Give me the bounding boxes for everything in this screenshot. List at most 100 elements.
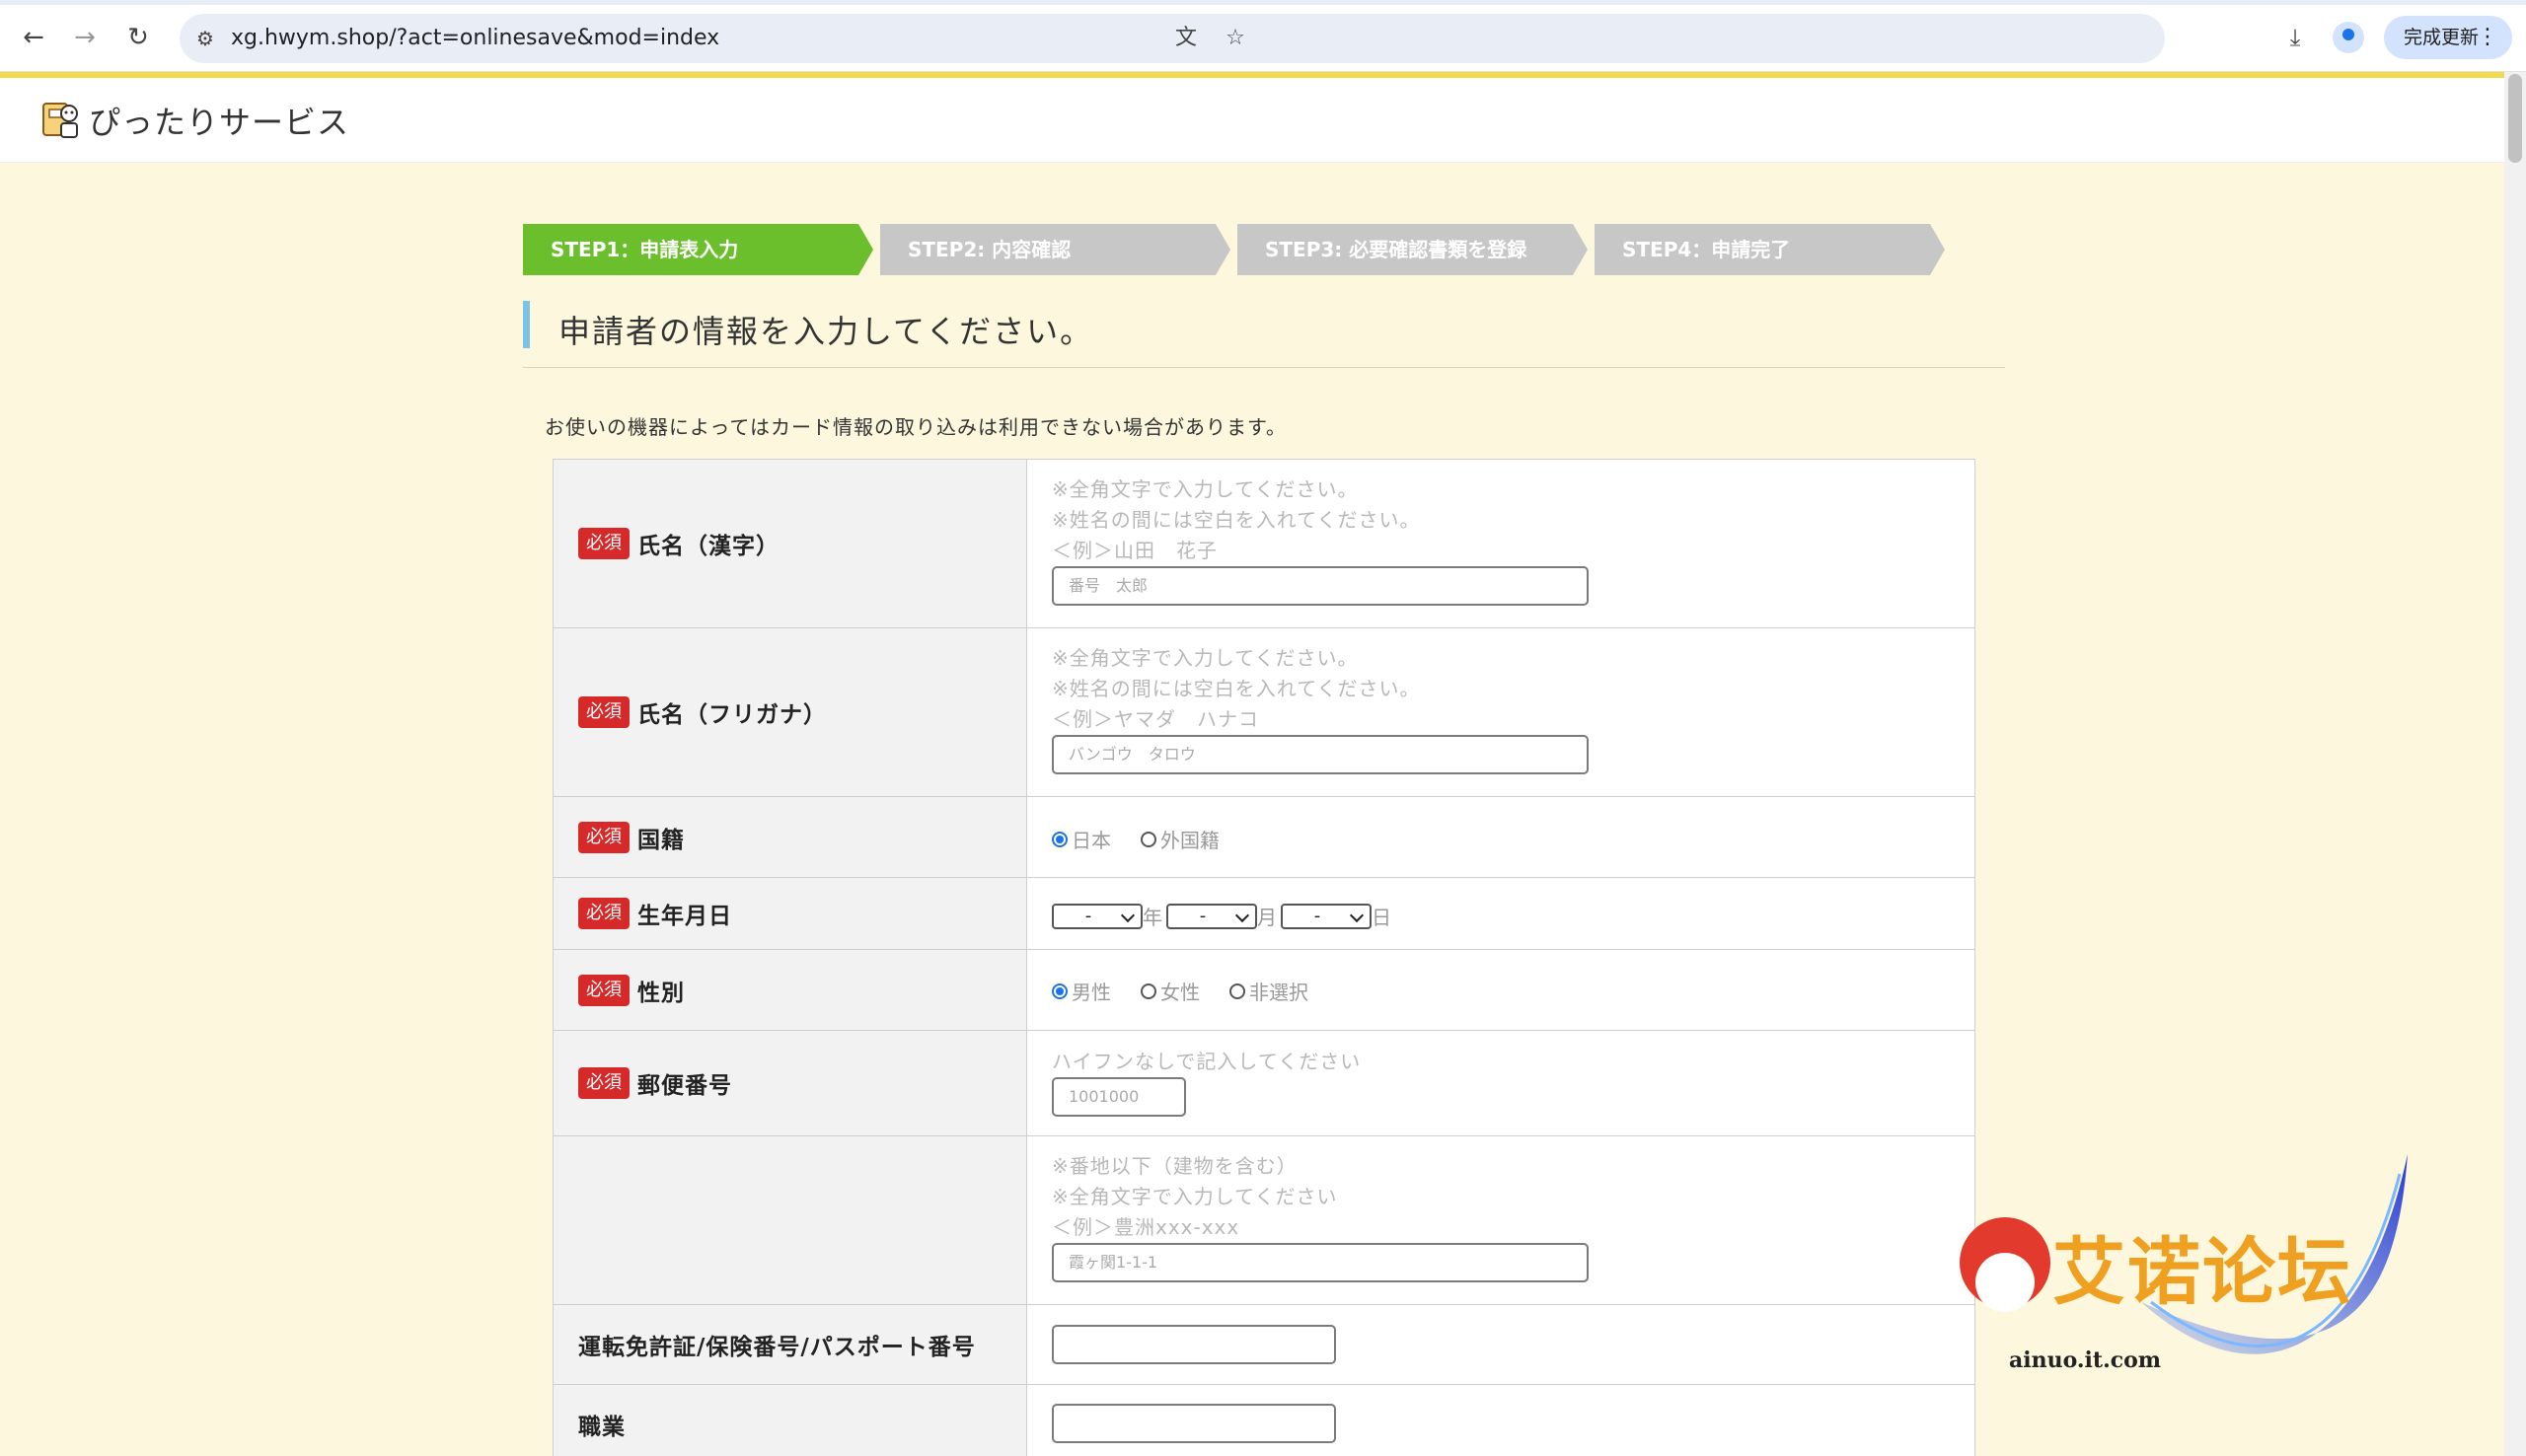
day-unit: 日 <box>1372 906 1391 929</box>
occupation-input[interactable] <box>1052 1404 1336 1443</box>
birth-year-select[interactable]: - <box>1052 903 1143 929</box>
field-cell: ハイフンなしで記入してください 1001000 <box>1028 1031 1974 1135</box>
birthdate-label: 生年月日 <box>637 904 732 929</box>
birthdate-selects: - 年 - 月 - 日 <box>1052 902 1974 930</box>
update-button[interactable]: 完成更新 ⋮ <box>2384 16 2512 59</box>
occupation-label: 職業 <box>578 1415 626 1440</box>
more-menu-icon[interactable]: ⋮ <box>2477 16 2498 59</box>
step-3-label: STEP3: 必要確認書類を登録 <box>1265 238 1527 261</box>
reload-icon[interactable]: ↻ <box>120 20 156 55</box>
download-icon[interactable]: ⤓ <box>2277 20 2313 55</box>
profile-avatar[interactable] <box>2333 22 2364 53</box>
section-heading: 申請者の情報を入力してください。 <box>523 301 2005 368</box>
field-cell <box>1028 1305 1974 1384</box>
hint-fullwidth: ※全角文字で入力してください <box>1052 1185 1338 1208</box>
required-badge: 必須 <box>578 974 630 1006</box>
watermark-text: 艾诺论坛 <box>2052 1230 2352 1315</box>
hint-space: ※姓名の間には空白を入れてください。 <box>1052 677 1421 700</box>
radio-unselected[interactable] <box>1141 983 1156 999</box>
month-unit: 月 <box>1257 906 1277 929</box>
row-postal: 必須 郵便番号 ハイフンなしで記入してください 1001000 <box>554 1031 1974 1136</box>
row-nationality: 必須 国籍 日本 外国籍 <box>554 797 1974 878</box>
label-cell: 必須 郵便番号 <box>554 1031 1027 1135</box>
site-settings-icon[interactable]: ⚙ <box>191 25 219 52</box>
gender-radio-group: 男性 女性 非選択 <box>1052 977 1974 1005</box>
required-badge: 必須 <box>578 696 630 728</box>
nationality-radio-group: 日本 外国籍 <box>1052 825 1974 853</box>
step-2-label: STEP2: 内容確認 <box>908 238 1072 261</box>
row-name-kanji: 必須 氏名（漢字） ※全角文字で入力してください。 ※姓名の間には空白を入れてく… <box>554 460 1974 628</box>
gender-option-male[interactable]: 男性 <box>1052 977 1111 1005</box>
option-label: 外国籍 <box>1160 829 1220 852</box>
url-text[interactable]: xg.hwym.shop/?act=onlinesave&mod=index <box>231 26 719 50</box>
page-scrollbar[interactable] <box>2504 72 2526 1456</box>
radio-unselected[interactable] <box>1229 983 1245 999</box>
logo-icon[interactable] <box>41 98 81 141</box>
section-title: 申請者の情報を入力してください。 <box>558 313 1094 350</box>
nationality-label: 国籍 <box>637 827 685 853</box>
label-cell: 職業 <box>554 1385 1027 1456</box>
site-header: ぴったりサービス <box>0 78 2504 163</box>
notice-text: お使いの機器によってはカード情報の取り込みは利用できない場合があります。 <box>545 415 1287 439</box>
radio-selected[interactable] <box>1052 831 1068 847</box>
forum-watermark: 艾诺论坛 ainuo.it.com <box>1944 1154 2417 1411</box>
postal-input[interactable]: 1001000 <box>1052 1077 1186 1117</box>
translate-icon[interactable]: 文 <box>1170 23 1202 54</box>
scrollbar-thumb[interactable] <box>2508 74 2522 163</box>
back-icon[interactable]: ← <box>16 20 51 55</box>
row-gender: 必須 性別 男性 女性 非選択 <box>554 950 1974 1031</box>
license-input[interactable] <box>1052 1325 1336 1364</box>
license-label: 運転免許証/保険番号/パスポート番号 <box>578 1335 976 1360</box>
hint-example: ＜例＞豊洲xxx-xxx <box>1052 1215 1240 1239</box>
postal-label: 郵便番号 <box>637 1073 732 1099</box>
hint-example: ＜例＞ヤマダ ハナコ <box>1052 707 1259 731</box>
step-progress: STEP1：申請表入力 STEP2: 内容確認 STEP3: 必要確認書類を登録… <box>523 224 1945 275</box>
birth-month-select[interactable]: - <box>1166 903 1257 929</box>
heading-accent-bar <box>523 301 530 348</box>
label-cell: 必須 氏名（フリガナ） <box>554 628 1027 796</box>
label-cell <box>554 1136 1027 1304</box>
row-name-kana: 必須 氏名（フリガナ） ※全角文字で入力してください。 ※姓名の間には空白を入れ… <box>554 628 1974 797</box>
step-2: STEP2: 内容確認 <box>880 224 1230 275</box>
postal-hint: ハイフンなしで記入してください <box>1052 1050 1362 1073</box>
hint-building: ※番地以下（建物を含む） <box>1052 1154 1298 1178</box>
step-1: STEP1：申請表入力 <box>523 224 873 275</box>
row-address: ※番地以下（建物を含む） ※全角文字で入力してください ＜例＞豊洲xxx-xxx… <box>554 1136 1974 1305</box>
nationality-option-japan[interactable]: 日本 <box>1052 825 1111 853</box>
label-cell: 必須 氏名（漢字） <box>554 460 1027 627</box>
radio-unselected[interactable] <box>1141 831 1156 847</box>
radio-selected[interactable] <box>1052 983 1068 999</box>
site-title[interactable]: ぴったりサービス <box>89 98 349 143</box>
field-cell: ※全角文字で入力してください。 ※姓名の間には空白を入れてください。 ＜例＞山田… <box>1028 460 1974 627</box>
hint-fullwidth: ※全角文字で入力してください。 <box>1052 477 1359 501</box>
step-3: STEP3: 必要確認書類を登録 <box>1237 224 1588 275</box>
forward-icon[interactable]: → <box>67 20 103 55</box>
step-1-label: STEP1：申請表入力 <box>551 238 739 261</box>
nationality-option-foreign[interactable]: 外国籍 <box>1141 825 1220 853</box>
gender-option-female[interactable]: 女性 <box>1141 977 1200 1005</box>
row-occupation: 職業 <box>554 1385 1974 1456</box>
required-badge: 必須 <box>578 898 630 929</box>
field-cell: - 年 - 月 - 日 <box>1028 878 1974 949</box>
label-cell: 必須 国籍 <box>554 797 1027 877</box>
option-label: 女性 <box>1160 981 1200 1004</box>
bookmark-star-icon[interactable]: ☆ <box>1220 23 1251 54</box>
option-label: 非選択 <box>1249 981 1308 1004</box>
step-4: STEP4：申請完了 <box>1595 224 1945 275</box>
field-cell: ※全角文字で入力してください。 ※姓名の間には空白を入れてください。 ＜例＞ヤマ… <box>1028 628 1974 796</box>
label-cell: 必須 生年月日 <box>554 878 1027 949</box>
required-badge: 必須 <box>578 528 630 559</box>
update-label: 完成更新 <box>2404 27 2480 48</box>
field-cell: 男性 女性 非選択 <box>1028 950 1974 1030</box>
name-kana-input[interactable]: バンゴウ タロウ <box>1052 735 1589 774</box>
name-kanji-input[interactable]: 番号 太郎 <box>1052 566 1589 606</box>
birth-day-select[interactable]: - <box>1281 903 1372 929</box>
watermark-url: ainuo.it.com <box>2009 1347 2162 1373</box>
option-label: 男性 <box>1072 981 1111 1004</box>
required-badge: 必須 <box>578 1067 630 1099</box>
option-label: 日本 <box>1072 829 1111 852</box>
address-bar[interactable]: ⚙ xg.hwym.shop/?act=onlinesave&mod=index… <box>180 14 2165 63</box>
gender-option-none[interactable]: 非選択 <box>1229 977 1308 1005</box>
row-birthdate: 必須 生年月日 - 年 - 月 - 日 <box>554 878 1974 950</box>
address-input[interactable]: 霞ヶ関1-1-1 <box>1052 1243 1589 1282</box>
